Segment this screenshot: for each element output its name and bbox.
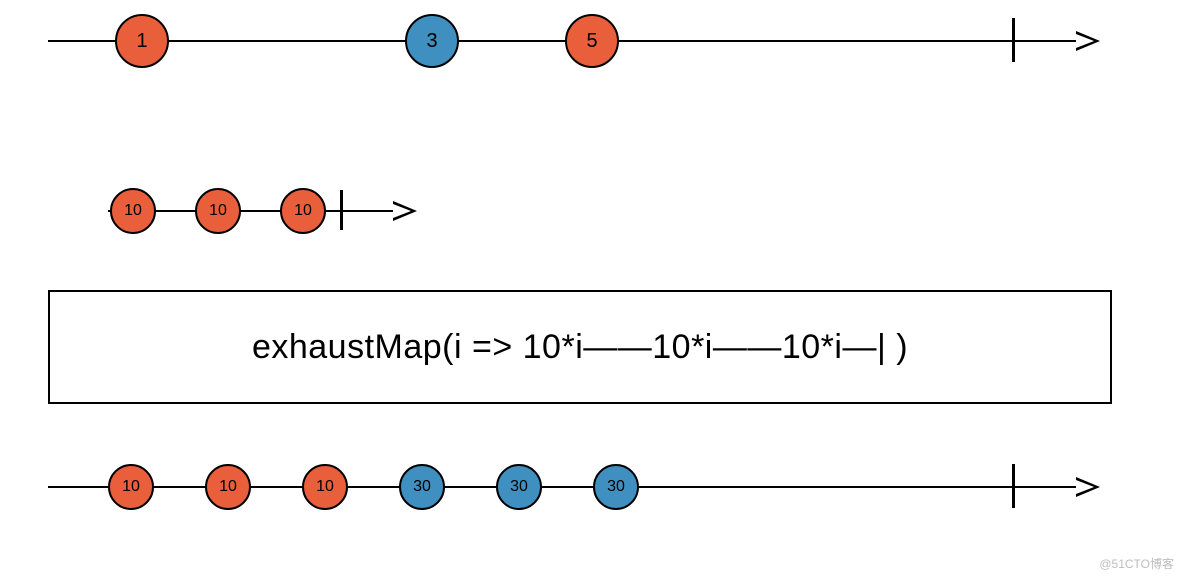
marble-label: 30 (607, 478, 625, 496)
operator-text: exhaustMap(i => 10*i——10*i——10*i—| ) (252, 328, 908, 367)
source-marble-1: 1 (115, 14, 169, 68)
marble-label: 5 (586, 30, 597, 53)
marble-label: 30 (510, 478, 528, 496)
output-timeline (48, 486, 1076, 488)
marble-label: 10 (316, 478, 334, 496)
marble-label: 10 (209, 202, 227, 220)
output-complete-tick (1012, 464, 1015, 508)
marble-label: 10 (294, 202, 312, 220)
inner-marble-1: 10 (110, 188, 156, 234)
marble-label: 10 (122, 478, 140, 496)
source-complete-tick (1012, 18, 1015, 62)
source-timeline (48, 40, 1076, 42)
inner-complete-tick (340, 190, 343, 230)
inner-marble-2: 10 (195, 188, 241, 234)
output-marble-3: 10 (302, 464, 348, 510)
output-marble-5: 30 (496, 464, 542, 510)
output-marble-1: 10 (108, 464, 154, 510)
marble-label: 30 (413, 478, 431, 496)
inner-marble-3: 10 (280, 188, 326, 234)
marble-label: 1 (136, 30, 147, 53)
inner-arrowhead (393, 201, 417, 221)
marble-label: 3 (426, 30, 437, 53)
source-marble-5: 5 (565, 14, 619, 68)
marble-label: 10 (124, 202, 142, 220)
output-marble-4: 30 (399, 464, 445, 510)
watermark: @51CTO博客 (1099, 555, 1174, 572)
output-arrowhead (1076, 477, 1100, 497)
source-arrowhead (1076, 31, 1100, 51)
operator-box: exhaustMap(i => 10*i——10*i——10*i—| ) (48, 290, 1112, 404)
output-marble-2: 10 (205, 464, 251, 510)
output-marble-6: 30 (593, 464, 639, 510)
source-marble-3: 3 (405, 14, 459, 68)
marble-label: 10 (219, 478, 237, 496)
